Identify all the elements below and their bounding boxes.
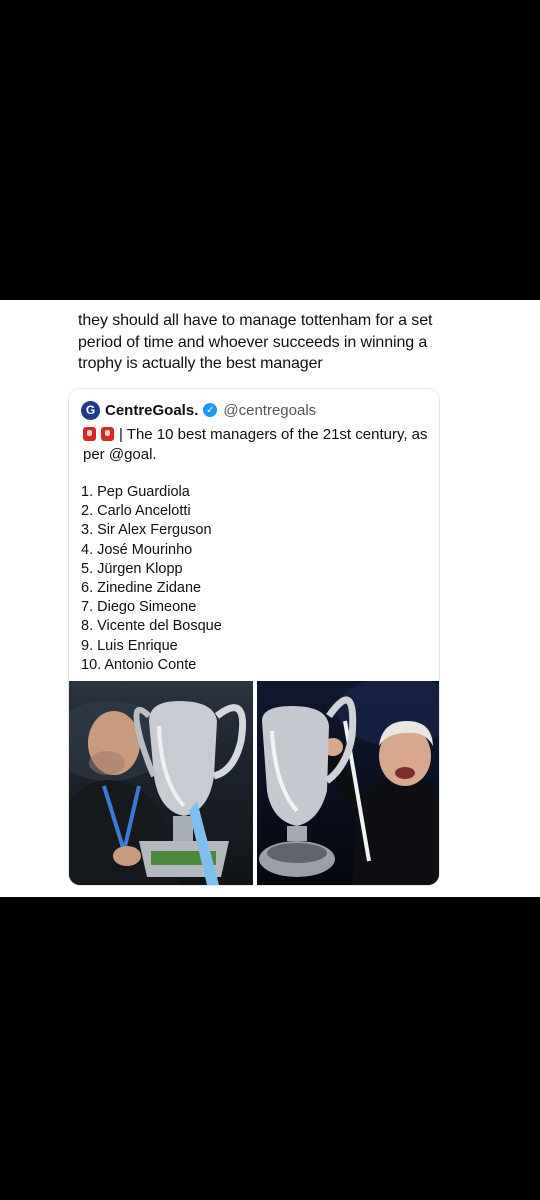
siren-icon	[101, 427, 114, 441]
source-name[interactable]: CentreGoals.	[105, 402, 198, 419]
list-item: 2. Carlo Ancelotti	[81, 503, 191, 520]
list-item: 8. Vicente del Bosque	[81, 618, 222, 635]
list-item: 4. José Mourinho	[81, 541, 193, 558]
list-item: 9. Luis Enrique	[81, 637, 178, 654]
post-content: they should all have to manage tottenham…	[0, 300, 540, 897]
bottom-black-bar	[0, 897, 540, 1200]
list-item: 6. Zinedine Zidane	[81, 580, 202, 597]
list-item: 5. Jürgen Klopp	[81, 560, 183, 577]
quoted-tweet-card[interactable]: G CentreGoals. ✓ @centregoals | The 10 b…	[68, 388, 440, 886]
list-item: 7. Diego Simeone	[81, 599, 197, 616]
quoted-tweet-media[interactable]	[69, 681, 439, 885]
verified-badge-icon: ✓	[203, 403, 218, 417]
photo-left-illustration	[69, 701, 247, 885]
list-item: 1. Pep Guardiola	[81, 484, 190, 500]
list-item: 10. Antonio Conte	[81, 656, 197, 673]
photo-right-illustration	[259, 681, 439, 885]
siren-icon	[83, 427, 96, 441]
top-black-bar	[0, 0, 540, 300]
managers-list: 1. Pep Guardiola 2. Carlo Ancelotti 3. S…	[81, 483, 222, 675]
quoted-tweet-headline: | The 10 best managers of the 21st centu…	[83, 425, 428, 465]
tweet-text: they should all have to manage tottenham…	[78, 312, 433, 372]
headline-text: | The 10 best managers of the 21st centu…	[83, 426, 428, 463]
source-handle[interactable]: @centregoals	[223, 402, 316, 419]
centregoals-logo-icon[interactable]: G	[81, 400, 100, 420]
photo-right[interactable]	[257, 681, 439, 885]
list-item: 3. Sir Alex Ferguson	[81, 522, 212, 539]
quoted-tweet-header: G CentreGoals. ✓ @centregoals	[81, 400, 316, 420]
photo-left[interactable]	[69, 681, 253, 885]
